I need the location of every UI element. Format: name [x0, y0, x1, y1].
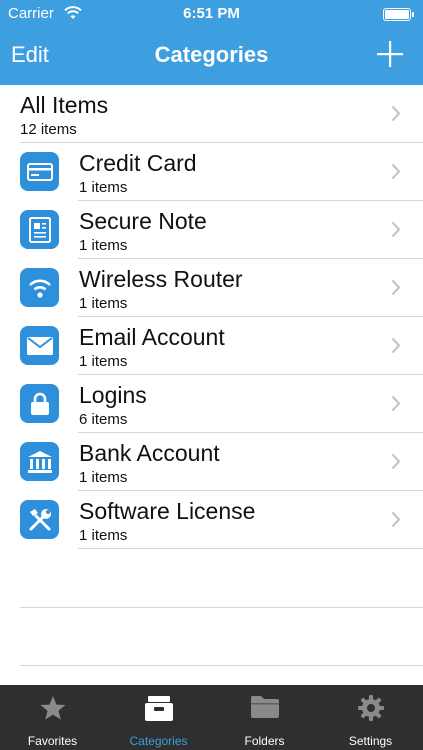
row-count: 1 items — [79, 353, 128, 370]
gear-icon — [357, 695, 384, 721]
row-count: 12 items — [20, 121, 77, 138]
chevron-right-icon — [391, 105, 401, 122]
row-title: Credit Card — [79, 150, 197, 176]
row-title: Secure Note — [79, 208, 207, 234]
category-row-secure-note[interactable]: Secure Note 1 items — [0, 201, 423, 259]
status-bar: Carrier 6:51 PM — [0, 0, 423, 28]
row-title: Logins — [79, 382, 147, 408]
tab-label: Categories — [129, 734, 188, 748]
chevron-right-icon — [391, 511, 401, 528]
chevron-right-icon — [391, 395, 401, 412]
navigation-header: Carrier 6:51 PM Edit Categories — [0, 0, 423, 85]
wifi-icon — [20, 268, 59, 307]
chevron-right-icon — [391, 221, 401, 238]
row-count: 6 items — [79, 411, 128, 428]
bank-icon — [20, 442, 59, 481]
row-title: Wireless Router — [79, 266, 243, 292]
empty-row-separator — [20, 607, 423, 608]
category-row-software-license[interactable]: Software License 1 items — [0, 491, 423, 549]
tab-label: Folders — [244, 734, 285, 748]
add-button[interactable] — [377, 41, 403, 67]
category-row-wireless-router[interactable]: Wireless Router 1 items — [0, 259, 423, 317]
tab-settings[interactable]: Settings — [318, 685, 423, 750]
status-time: 6:51 PM — [183, 5, 240, 22]
row-title: Bank Account — [79, 440, 220, 466]
envelope-icon — [20, 326, 59, 365]
tab-bar: Favorites Categories Folders Settings — [0, 685, 423, 750]
category-row-logins[interactable]: Logins 6 items — [0, 375, 423, 433]
tab-label: Settings — [348, 734, 393, 748]
category-row-email-account[interactable]: Email Account 1 items — [0, 317, 423, 375]
category-row-credit-card[interactable]: Credit Card 1 items — [0, 143, 423, 201]
battery-icon — [383, 8, 414, 21]
chevron-right-icon — [391, 453, 401, 470]
credit-card-icon — [20, 152, 59, 191]
row-count: 1 items — [79, 527, 128, 544]
folder-icon — [250, 696, 279, 718]
category-list: All Items 12 items Credit Card 1 items S… — [0, 85, 423, 549]
secure-note-icon — [20, 210, 59, 249]
tools-icon — [20, 500, 59, 539]
row-title: Software License — [79, 498, 256, 524]
tab-favorites[interactable]: Favorites — [0, 685, 105, 750]
all-items-row[interactable]: All Items 12 items — [0, 85, 423, 143]
tab-folders[interactable]: Folders — [212, 685, 317, 750]
chevron-right-icon — [391, 163, 401, 180]
row-title: All Items — [20, 92, 109, 118]
row-count: 1 items — [79, 237, 128, 254]
lock-icon — [20, 384, 59, 423]
chevron-right-icon — [391, 337, 401, 354]
row-count: 1 items — [79, 179, 128, 196]
tab-label: Favorites — [27, 734, 78, 748]
star-icon — [40, 696, 65, 720]
empty-row-separator — [20, 665, 423, 666]
plus-icon — [377, 41, 403, 67]
row-count: 1 items — [79, 469, 128, 486]
row-count: 1 items — [79, 295, 128, 312]
category-row-bank-account[interactable]: Bank Account 1 items — [0, 433, 423, 491]
tab-categories[interactable]: Categories — [106, 685, 211, 750]
edit-button[interactable]: Edit — [11, 42, 49, 68]
page-title: Categories — [154, 42, 269, 67]
file-box-icon — [144, 696, 173, 721]
row-title: Email Account — [79, 324, 225, 350]
chevron-right-icon — [391, 279, 401, 296]
